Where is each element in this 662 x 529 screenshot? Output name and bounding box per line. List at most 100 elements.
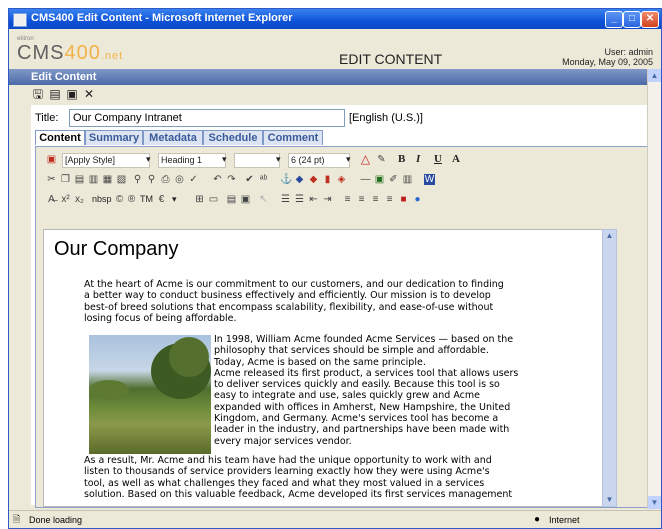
edit-html-icon[interactable]: ✐ bbox=[388, 174, 399, 185]
registered-icon[interactable]: ® bbox=[126, 194, 137, 205]
close-icon[interactable]: ✕ bbox=[82, 87, 96, 101]
superscript-icon[interactable]: x² bbox=[60, 194, 71, 205]
underline-button[interactable]: U bbox=[434, 153, 442, 166]
print-icon[interactable]: ⎙ bbox=[160, 174, 171, 185]
table-properties-icon[interactable]: ▣ bbox=[240, 194, 251, 205]
panel-title: Edit Content bbox=[31, 71, 97, 83]
bookmark-icon[interactable]: ■ bbox=[398, 194, 409, 205]
strikethrough-icon[interactable]: A̶ bbox=[46, 194, 57, 205]
window-scroll-up-icon[interactable]: ▲ bbox=[648, 69, 661, 82]
cms-header: ektron CMS400.net EDIT CONTENT User: adm… bbox=[9, 29, 661, 69]
save-icon[interactable]: 🖫 bbox=[31, 87, 45, 101]
euro-icon[interactable]: € bbox=[156, 194, 167, 205]
special-char-dropdown-arrow-icon[interactable]: ▾ bbox=[172, 193, 177, 206]
cell-properties-icon[interactable]: ▤ bbox=[226, 194, 237, 205]
paste-icon[interactable]: ▤ bbox=[74, 174, 85, 185]
word-icon[interactable]: W bbox=[424, 174, 435, 185]
redo-icon[interactable]: ↷ bbox=[226, 174, 237, 185]
publish-icon[interactable]: ▤ bbox=[48, 87, 62, 101]
justify-icon[interactable]: ≡ bbox=[384, 194, 395, 205]
text-line: Acme released its first product, a servi… bbox=[214, 367, 519, 379]
preview-icon[interactable]: ◎ bbox=[174, 174, 185, 185]
font-color-icon[interactable]: △ bbox=[360, 153, 371, 165]
text-line: At the heart of Acme is our commitment t… bbox=[84, 279, 504, 290]
title-input[interactable] bbox=[69, 109, 345, 127]
bold-button[interactable]: B bbox=[398, 153, 405, 166]
scroll-up-icon[interactable]: ▲ bbox=[603, 230, 616, 242]
heading-dropdown[interactable]: Heading 1 bbox=[158, 153, 226, 168]
internet-zone-icon: ● bbox=[534, 514, 541, 525]
paste-word-icon[interactable]: ▦ bbox=[102, 174, 113, 185]
cut-icon[interactable]: ✂ bbox=[46, 174, 57, 185]
cms-logo: CMS400.net bbox=[17, 42, 123, 65]
close-window-button[interactable]: ✕ bbox=[641, 11, 659, 28]
library-icon[interactable]: ◆ bbox=[294, 174, 305, 185]
italic-button[interactable]: I bbox=[416, 153, 420, 166]
replace-icon[interactable]: ⚲ bbox=[146, 174, 157, 185]
font-dropdown[interactable] bbox=[234, 153, 280, 168]
text-line: expanded with offices in Amherst, New Ha… bbox=[214, 401, 511, 413]
outdent-icon[interactable]: ⇤ bbox=[308, 194, 319, 205]
document-body[interactable]: Our Company At the heart of Acme is our … bbox=[43, 229, 603, 507]
align-center-icon[interactable]: ≡ bbox=[356, 194, 367, 205]
window-scroll-down-icon[interactable]: ▼ bbox=[648, 496, 661, 509]
abc-icon[interactable]: ᵃᵇ bbox=[258, 174, 269, 185]
image-icon[interactable]: ◆ bbox=[308, 174, 319, 185]
document-heading: Our Company bbox=[54, 238, 179, 260]
spellcheck-icon[interactable]: ✔ bbox=[244, 174, 255, 185]
undo-icon[interactable]: ↶ bbox=[212, 174, 223, 185]
document-scrollbar[interactable]: ▲ ▼ bbox=[602, 229, 617, 507]
subscript-icon[interactable]: x₂ bbox=[74, 194, 85, 205]
paste-html-icon[interactable]: ▧ bbox=[116, 174, 127, 185]
trademark-button[interactable]: TM bbox=[140, 193, 153, 206]
highlight-icon[interactable]: ✎ bbox=[376, 154, 387, 165]
media-icon[interactable]: ▮ bbox=[322, 174, 333, 185]
font-size-dropdown-arrow-icon[interactable]: ▾ bbox=[346, 153, 351, 166]
current-date: Monday, May 09, 2005 bbox=[562, 57, 653, 67]
find-icon[interactable]: ⚲ bbox=[132, 174, 143, 185]
bulleted-list-icon[interactable]: ☰ bbox=[294, 194, 305, 205]
checkin-icon[interactable]: ▣ bbox=[65, 87, 79, 101]
page-title: EDIT CONTENT bbox=[339, 51, 443, 67]
logo-number: 400 bbox=[64, 42, 101, 64]
font-dropdown-arrow-icon[interactable]: ▾ bbox=[276, 153, 281, 166]
style-icon: ▣ bbox=[46, 154, 57, 165]
align-left-icon[interactable]: ≡ bbox=[342, 194, 353, 205]
copyright-icon[interactable]: © bbox=[114, 194, 125, 205]
tab-metadata[interactable]: Metadata bbox=[143, 130, 203, 145]
tab-comment[interactable]: Comment bbox=[263, 130, 323, 145]
title-bar[interactable]: CMS400 Edit Content - Microsoft Internet… bbox=[9, 9, 661, 29]
align-right-icon[interactable]: ≡ bbox=[370, 194, 381, 205]
minimize-button[interactable]: _ bbox=[605, 11, 623, 28]
flash-icon[interactable]: ◈ bbox=[336, 174, 347, 185]
nbsp-button[interactable]: nbsp bbox=[92, 193, 112, 206]
spell-icon[interactable]: ✓ bbox=[188, 174, 199, 185]
tab-schedule[interactable]: Schedule bbox=[203, 130, 263, 145]
properties-icon[interactable]: ▥ bbox=[402, 174, 413, 185]
horizontal-rule-icon[interactable]: — bbox=[360, 174, 371, 185]
window-scrollbar[interactable]: ▲ ▼ bbox=[647, 69, 661, 509]
text-line: best-of breed solutions that encompass s… bbox=[84, 301, 494, 313]
font-size-dropdown[interactable]: 6 (24 pt) bbox=[288, 153, 350, 168]
heading-dropdown-arrow-icon[interactable]: ▾ bbox=[222, 153, 227, 166]
style-dropdown-arrow-icon[interactable]: ▾ bbox=[146, 153, 151, 166]
globe-icon[interactable]: ● bbox=[412, 194, 423, 205]
action-toolbar: 🖫 ▤ ▣ ✕ bbox=[31, 87, 99, 103]
copy-icon[interactable]: ❐ bbox=[60, 174, 71, 185]
toolbar-row-2: ✂ ❐ ▤ ▥ ▦ ▧ ⚲ ⚲ ⎙ ◎ ✓ ↶ ↷ ✔ ᵃᵇ ⚓ ◆ ◆ ▮ ◈… bbox=[42, 171, 602, 189]
tab-content[interactable]: Content bbox=[35, 130, 85, 145]
hyperlink-icon[interactable]: ⚓ bbox=[280, 174, 292, 185]
maximize-button[interactable]: □ bbox=[623, 11, 641, 28]
paste-text-icon[interactable]: ▥ bbox=[88, 174, 99, 185]
insert-row-icon[interactable]: ▭ bbox=[208, 194, 219, 205]
paragraph-3: As a result, Mr. Acme and his team have … bbox=[84, 455, 512, 500]
numbered-list-icon[interactable]: ☰ bbox=[280, 194, 291, 205]
form-icon[interactable]: ▣ bbox=[374, 174, 385, 185]
style-dropdown[interactable]: [Apply Style] bbox=[62, 153, 150, 168]
table-icon[interactable]: ⊞ bbox=[194, 194, 205, 205]
font-style-button[interactable]: A bbox=[452, 153, 460, 166]
indent-icon[interactable]: ⇥ bbox=[322, 194, 333, 205]
absolute-position-icon[interactable]: ↖ bbox=[258, 194, 269, 205]
scroll-down-icon[interactable]: ▼ bbox=[603, 494, 616, 506]
tab-summary[interactable]: Summary bbox=[85, 130, 143, 145]
